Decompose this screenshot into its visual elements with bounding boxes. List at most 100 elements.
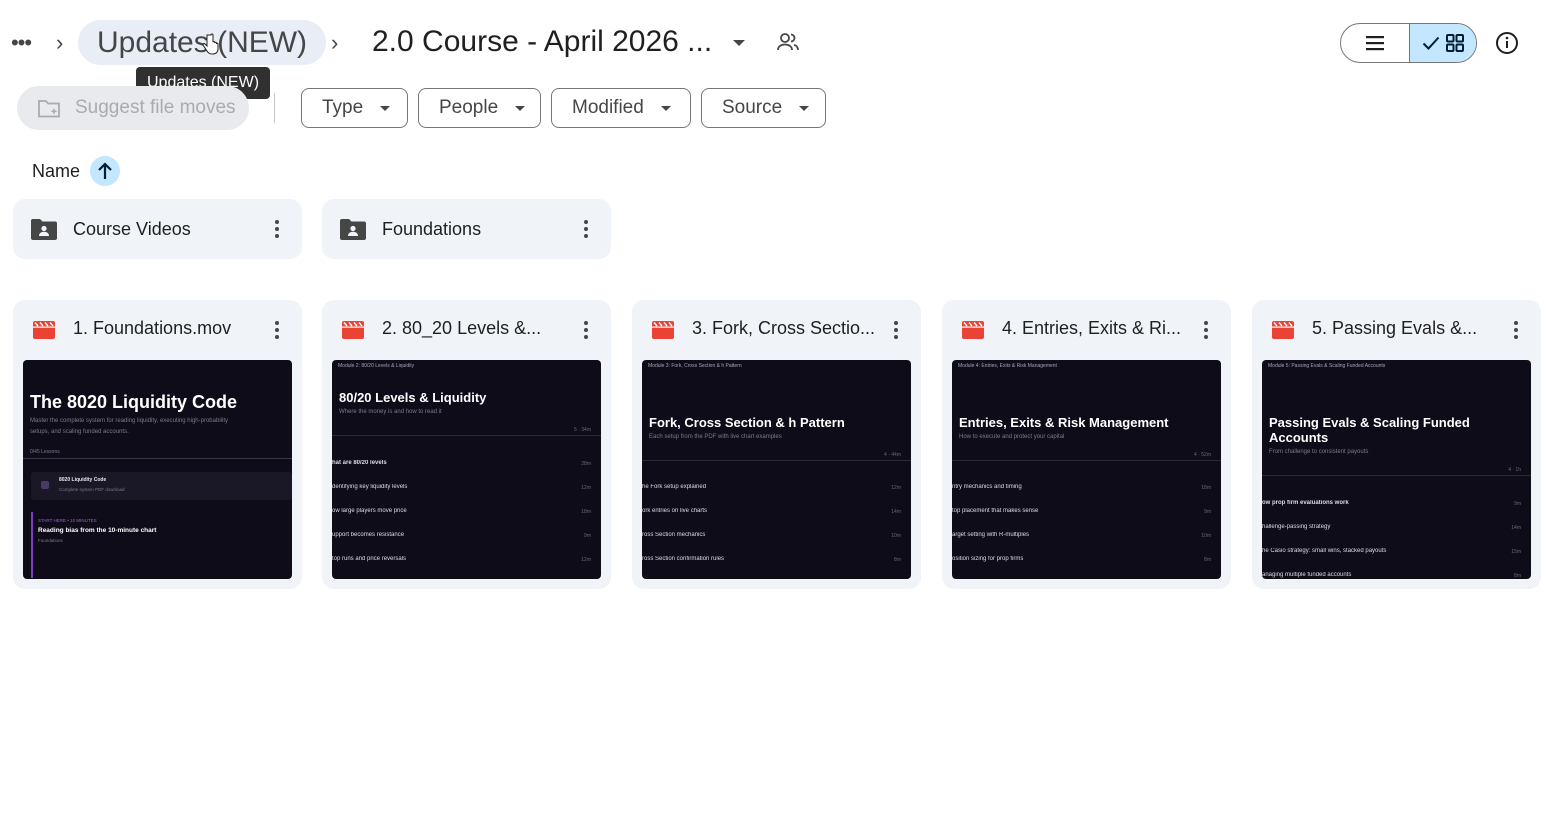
sort-label: Name xyxy=(32,160,81,181)
video-thumbnail[interactable]: Module 5: Passing Evals & Scaling Funded… xyxy=(1262,360,1531,579)
dropdown-arrow-icon xyxy=(660,105,671,111)
thumb-meta: 4 · 1h xyxy=(1508,467,1521,473)
thumb-lesson-row: upport becomes resistance xyxy=(332,532,405,538)
thumb-item-title: 8020 Liquidity Code xyxy=(59,477,107,483)
thumb-resource-item: 8020 Liquidity Code Complete system PDF … xyxy=(31,472,292,500)
folder-actions-dropdown-icon[interactable] xyxy=(733,40,745,46)
thumb-lesson-row: dentifying key liquidity levels xyxy=(332,484,408,490)
thumb-title: The 8020 Liquidity Code xyxy=(30,392,238,412)
thumb-subtitle: Master the complete system for reading l… xyxy=(30,418,228,424)
thumb-lesson-row: ow large players move price xyxy=(332,508,407,514)
thumb-module: Module 4: Entries, Exits & Risk Manageme… xyxy=(958,363,1057,369)
more-actions-button[interactable] xyxy=(265,318,289,342)
file-name: 1. Foundations.mov xyxy=(73,318,232,338)
suggest-file-moves-label: Suggest file moves xyxy=(75,97,236,118)
folder-tile[interactable]: Course Videos xyxy=(13,199,302,259)
video-thumbnail[interactable]: Module 3: Fork, Cross Section & h Patter… xyxy=(642,360,911,579)
thumb-lesson-duration: 28m xyxy=(581,461,591,467)
file-name: 4. Entries, Exits & Ri... xyxy=(1002,318,1182,338)
thumb-lesson-row: he Casio strategy: small wins, stacked p… xyxy=(1262,548,1387,554)
thumb-progress: 0/45 Lessons xyxy=(30,449,60,455)
thumb-meta: 5 · 34m xyxy=(574,427,591,433)
file-card[interactable]: 4. Entries, Exits & Ri... Module 4: Entr… xyxy=(942,300,1231,589)
thumb-lesson-duration: 14m xyxy=(891,509,901,515)
thumb-subtitle: Each setup from the PDF with live chart … xyxy=(649,434,782,440)
thumb-lesson-row: he Fork setup explained xyxy=(642,484,707,490)
video-file-icon xyxy=(962,321,984,339)
thumb-lesson-duration: 9m xyxy=(584,533,591,539)
more-breadcrumbs-button[interactable]: ••• xyxy=(8,28,34,58)
thumb-lesson-row: ow prop firm evaluations work xyxy=(1262,500,1349,506)
grid-view-icon xyxy=(1445,34,1464,52)
video-thumbnail[interactable]: Module 2: 80/20 Levels & Liquidity 80/20… xyxy=(332,360,601,579)
file-card[interactable]: 5. Passing Evals &... Module 5: Passing … xyxy=(1252,300,1541,589)
thumb-module: Module 2: 80/20 Levels & Liquidity xyxy=(338,363,415,369)
file-card[interactable]: 2. 80_20 Levels &... Module 2: 80/20 Lev… xyxy=(322,300,611,589)
more-actions-button[interactable] xyxy=(574,318,598,342)
thumb-lesson-duration: 12m xyxy=(581,485,591,491)
thumb-divider xyxy=(1262,475,1531,476)
checkmark-icon xyxy=(1422,36,1439,50)
info-icon[interactable] xyxy=(1495,31,1519,55)
thumb-lesson-duration: 10m xyxy=(1201,533,1211,539)
thumb-item-sub: Complete system PDF download xyxy=(59,487,125,492)
thumb-lesson-duration: 8m xyxy=(1204,557,1211,563)
thumb-divider xyxy=(23,458,292,459)
thumb-lesson-duration: 9m xyxy=(1514,501,1521,507)
list-view-button[interactable] xyxy=(1341,24,1409,62)
sort-direction-button[interactable] xyxy=(90,156,121,186)
modified-filter-chip[interactable]: Modified xyxy=(551,88,691,128)
thumb-title: Accounts xyxy=(1269,430,1329,445)
thumb-lesson-duration: 12m xyxy=(581,557,591,563)
thumb-lesson-duration: 8m xyxy=(1514,573,1521,579)
thumb-lesson-sub: Foundations xyxy=(38,538,63,543)
thumb-lesson-row: top runs and price reversals xyxy=(332,556,407,562)
thumb-module: Module 3: Fork, Cross Section & h Patter… xyxy=(648,363,742,369)
thumb-lesson-duration: 8m xyxy=(894,557,901,563)
breadcrumb-current-folder[interactable]: 2.0 Course - April 2026 ... xyxy=(372,22,712,62)
people-filter-chip[interactable]: People xyxy=(418,88,541,128)
thumb-tag: START HERE • 10 MINUTES xyxy=(38,518,97,523)
suggest-file-moves-button[interactable]: Suggest file moves xyxy=(17,86,249,130)
thumb-lesson-row: osition sizing for prop firms xyxy=(952,556,1024,562)
thumb-lesson-row: anaging multiple funded accounts xyxy=(1262,572,1352,578)
thumb-title: Fork, Cross Section & h Pattern xyxy=(649,415,845,430)
breadcrumb-current-label: 2.0 Course - April 2026 ... xyxy=(372,25,713,58)
source-filter-chip[interactable]: Source xyxy=(701,88,826,128)
more-actions-button[interactable] xyxy=(1194,318,1218,342)
dropdown-arrow-icon xyxy=(380,105,391,111)
thumb-lesson-duration: 18m xyxy=(1201,485,1211,491)
chevron-right-icon: › xyxy=(56,30,64,55)
thumb-lesson-duration: 14m xyxy=(1511,525,1521,531)
source-filter-label: Source xyxy=(722,97,783,118)
file-name: 5. Passing Evals &... xyxy=(1312,318,1478,338)
shared-people-icon[interactable] xyxy=(776,32,800,52)
grid-view-button[interactable] xyxy=(1408,24,1476,62)
thumb-lesson-duration: 10m xyxy=(891,533,901,539)
thumb-module: Module 5: Passing Evals & Scaling Funded… xyxy=(1268,363,1386,369)
shared-folder-icon xyxy=(31,219,57,240)
more-actions-button[interactable] xyxy=(574,217,598,241)
thumb-lesson-duration: 15m xyxy=(1511,549,1521,555)
folder-tile[interactable]: Foundations xyxy=(322,199,611,259)
folder-sparkle-icon xyxy=(38,100,60,118)
sort-by-name-header[interactable]: Name xyxy=(32,156,121,186)
more-actions-button[interactable] xyxy=(1504,318,1528,342)
thumb-title: Entries, Exits & Risk Management xyxy=(959,415,1169,430)
video-file-icon xyxy=(652,321,674,339)
arrow-up-icon xyxy=(98,162,112,179)
pdf-icon xyxy=(41,481,49,489)
file-card[interactable]: 3. Fork, Cross Sectio... Module 3: Fork,… xyxy=(632,300,921,589)
toolbar-divider xyxy=(274,93,275,123)
more-actions-button[interactable] xyxy=(884,318,908,342)
video-thumbnail[interactable]: The 8020 Liquidity Code Master the compl… xyxy=(23,360,292,579)
thumb-title: 80/20 Levels & Liquidity xyxy=(339,390,487,405)
thumb-lesson-row: hat are 80/20 levels xyxy=(332,460,387,466)
thumb-lesson-row: hallenge-passing strategy xyxy=(1262,524,1331,530)
video-thumbnail[interactable]: Module 4: Entries, Exits & Risk Manageme… xyxy=(952,360,1221,579)
folder-name: Course Videos xyxy=(73,218,191,239)
more-actions-button[interactable] xyxy=(265,217,289,241)
type-filter-chip[interactable]: Type xyxy=(301,88,408,128)
file-card[interactable]: 1. Foundations.mov The 8020 Liquidity Co… xyxy=(13,300,302,589)
thumb-subtitle: From challenge to consistent payouts xyxy=(1269,449,1369,455)
